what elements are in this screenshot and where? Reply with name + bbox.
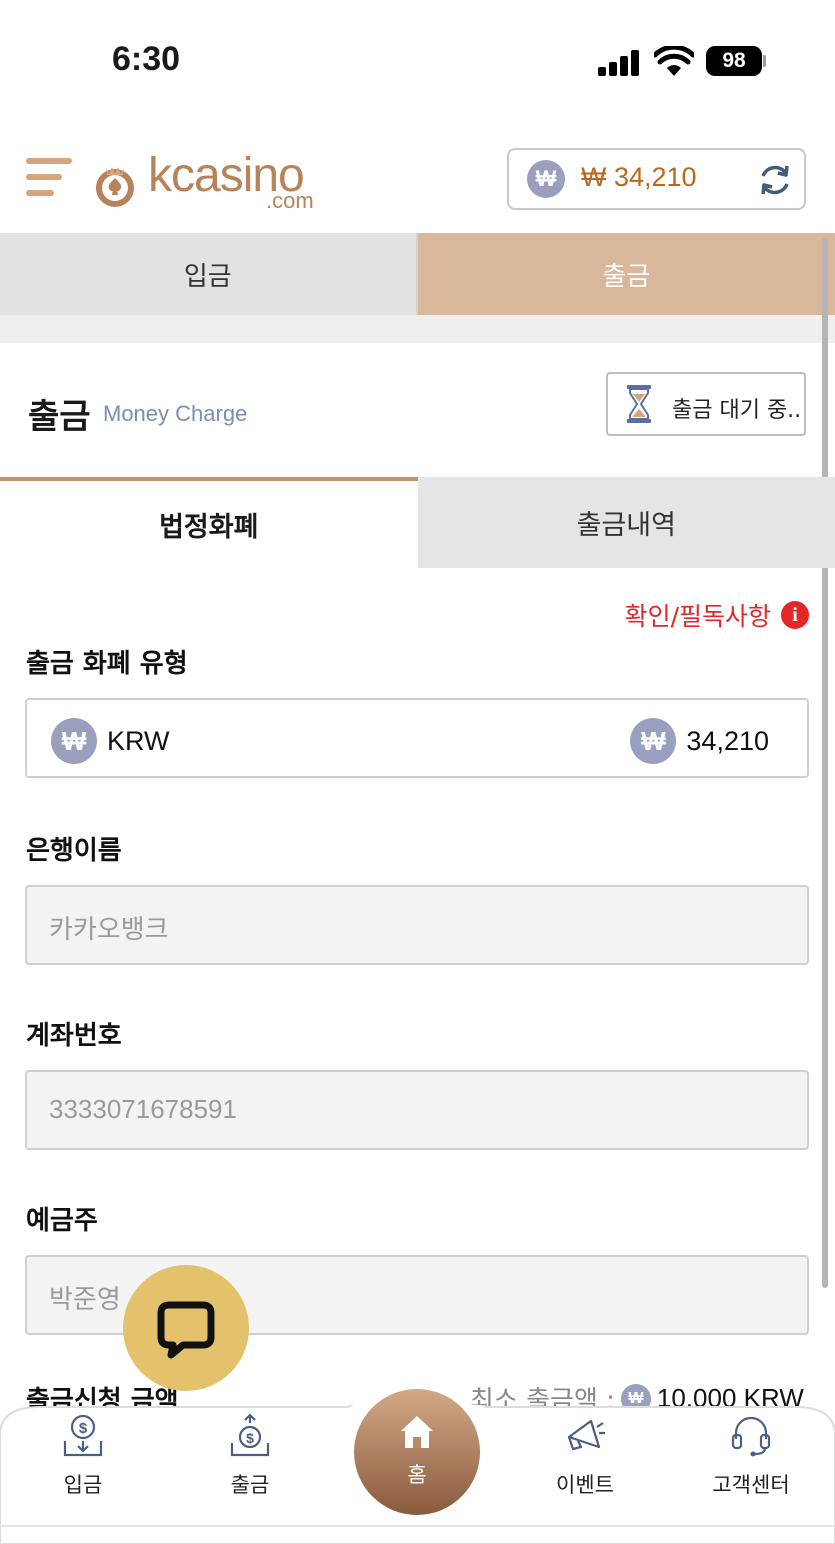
nav-home-label: 홈 [407,1463,427,1487]
nav-customer-center-label: 고객센터 [712,1473,790,1497]
account-holder-value: 박준영 [49,1284,121,1314]
home-icon [401,1416,433,1448]
tab-withdraw-history[interactable]: 출금내역 [417,477,835,568]
nav-home[interactable]: 홈 [354,1389,480,1515]
info-icon: i [781,601,809,629]
account-number-value: 3333071678591 [49,1094,237,1124]
section-header: 출금 Money Charge 출금 대기 중.. [0,343,835,477]
wifi-icon [654,46,694,76]
bank-name-value: 카카오뱅크 [49,914,169,944]
status-bar: 6:30 98 [0,0,835,120]
nav-deposit[interactable]: $ 입금 [33,1413,133,1503]
pending-withdrawal-button[interactable]: 출금 대기 중.. [606,372,806,436]
tab-withdraw[interactable]: 출금 [417,233,835,315]
tab-fiat-currency[interactable]: 법정화폐 [0,477,418,568]
status-time: 6:30 [112,40,181,78]
currency-right: ₩ 34,210 [630,718,769,764]
deposit-icon: $ [63,1414,103,1457]
currency-type-label: 출금 화폐 유형 [26,649,188,679]
nav-bottom-divider [0,1525,835,1527]
nav-withdraw[interactable]: $ 출금 [200,1413,300,1503]
kcasino-logo[interactable]: kcasino .com [92,148,332,218]
nav-customer-center[interactable]: 고객센터 [701,1413,801,1503]
poker-chip-icon [96,167,134,207]
withdraw-sub-tabs: 법정화폐 출금내역 [0,477,835,568]
account-holder-label: 예금주 [26,1206,98,1236]
section-divider [0,315,835,343]
nav-events[interactable]: 이벤트 [535,1413,635,1503]
hourglass-icon [627,385,651,423]
account-number-field[interactable]: 3333071678591 [25,1070,809,1150]
won-coin-icon: ₩ [630,718,677,764]
notice-label: 확인/필독사항 [624,602,771,631]
svg-text:$: $ [246,1430,254,1446]
notice-link[interactable]: 확인/필독사항 i [625,597,809,633]
logo-domain: .com [266,188,314,213]
currency-left: ₩ KRW [51,718,170,764]
pending-label: 출금 대기 중.. [672,398,802,423]
currency-code: KRW [107,725,170,756]
currency-amount: 34,210 [686,725,769,756]
account-number-label: 계좌번호 [26,1021,122,1051]
withdraw-page: 6:30 98 kcasino .com ₩ ₩ 34,210 입금 출금 출금… [0,0,835,1544]
balance-display: ₩ ₩ 34,210 [507,148,806,210]
currency-type-select[interactable]: ₩ KRW ₩ 34,210 [25,698,809,778]
nav-deposit-label: 입금 [63,1473,103,1497]
page-subtitle: Money Charge [103,401,248,426]
cellular-signal-icon [598,50,642,76]
refresh-icon[interactable] [757,162,793,198]
megaphone-icon [567,1419,605,1451]
deposit-withdraw-tabs: 입금 출금 [0,233,835,315]
withdraw-icon: $ [230,1413,270,1457]
nav-withdraw-label: 출금 [230,1473,270,1497]
won-coin-icon: ₩ [51,718,97,764]
page-title: 출금 [28,397,91,437]
headset-icon [731,1416,771,1457]
tab-deposit[interactable]: 입금 [0,233,418,315]
hamburger-menu-icon[interactable] [26,154,74,202]
battery-tip [763,55,766,67]
app-header: kcasino .com ₩ ₩ 34,210 [0,130,835,232]
battery-icon: 98 [706,46,762,76]
balance-amount: ₩ 34,210 [581,162,697,192]
bank-name-label: 은행이름 [26,836,122,866]
live-chat-button[interactable] [123,1265,249,1391]
nav-events-label: 이벤트 [556,1473,614,1497]
chat-bubble-icon [157,1301,215,1359]
won-coin-icon: ₩ [527,160,565,198]
bank-name-field[interactable]: 카카오뱅크 [25,885,809,965]
svg-text:$: $ [79,1420,88,1437]
bottom-navigation: $ 입금 $ 출금 홈 이벤트 고객센터 [0,1389,835,1544]
